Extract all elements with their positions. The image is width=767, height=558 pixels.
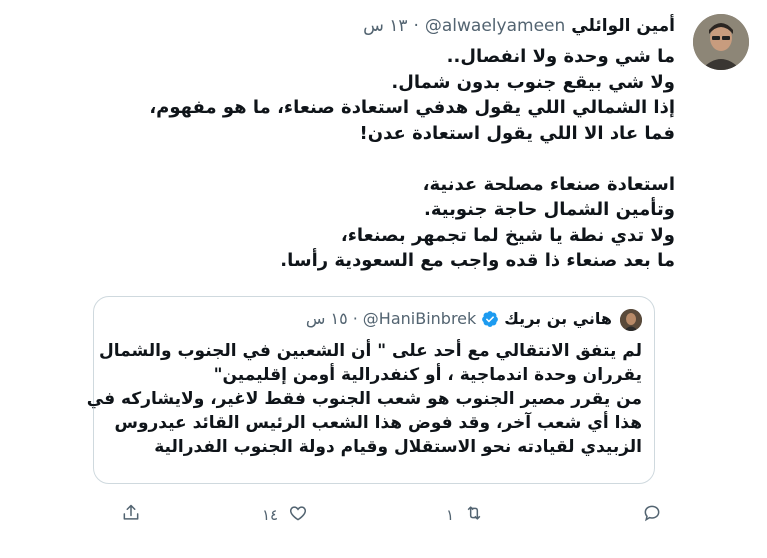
tweet-time[interactable]: ١٣ س	[363, 16, 407, 36]
tweet-line: إذا الشمالي اللي يقول هدفي استعادة صنعاء…	[149, 97, 675, 118]
separator-dot: ·	[352, 309, 358, 328]
reply-icon	[642, 503, 662, 527]
tweet[interactable]: أمين الوائلي @alwaelyameen · ١٣ س ما شي …	[0, 0, 767, 558]
action-bar: ١ ١٤	[0, 500, 767, 530]
tweet-line: ما شي وحدة ولا انفصال..	[446, 46, 675, 67]
separator-dot: ·	[413, 16, 419, 36]
reply-button[interactable]	[642, 500, 672, 530]
tweet-line: وتأمين الشمال حاجة جنوبية.	[424, 199, 675, 220]
quoted-tweet-line: من يقرر مصير الجنوب هو شعب الجنوب فقط لا…	[86, 389, 642, 409]
heart-icon	[288, 503, 308, 527]
quoted-author-avatar[interactable]	[620, 309, 642, 331]
quoted-author-handle[interactable]: @HaniBinbrek	[363, 309, 476, 328]
quoted-tweet-line: هذا أي شعب آخر، وقد فوض هذا الشعب الرئيس…	[114, 413, 642, 433]
tweet-line: استعادة صنعاء مصلحة عدنية،	[422, 173, 675, 195]
retweet-icon	[464, 503, 484, 527]
like-count: ١٤	[262, 506, 279, 524]
quoted-tweet-text: لم يتفق الانتقالي مع أحد على " أن الشعبي…	[86, 339, 642, 459]
quoted-tweet-header: هاني بن بريك @HaniBinbrek · ١٥ س	[306, 309, 612, 328]
share-icon	[121, 503, 141, 527]
retweet-button[interactable]: ١	[446, 500, 484, 530]
quoted-tweet-line: الزبيدي لقيادته نحو الاستقلال وقيام دولة…	[154, 437, 642, 457]
quoted-tweet-time[interactable]: ١٥ س	[306, 309, 348, 328]
share-button[interactable]	[121, 500, 141, 530]
tweet-text: ما شي وحدة ولا انفصال.. ولا شي بيقع جنوب…	[115, 44, 675, 274]
quoted-author-name[interactable]: هاني بن بريك	[504, 309, 612, 328]
verified-badge-icon	[481, 310, 499, 328]
tweet-line	[115, 146, 675, 172]
retweet-count: ١	[446, 506, 455, 524]
tweet-line: ما بعد صنعاء ذا قده واجب مع السعودية رأس…	[280, 250, 675, 271]
quoted-tweet-line: لم يتفق الانتقالي مع أحد على " أن الشعبي…	[98, 341, 642, 361]
tweet-line: ولا تدي نطة يا شيخ لما تجمهر بصنعاء،	[340, 224, 675, 246]
author-name[interactable]: أمين الوائلي	[571, 16, 675, 36]
tweet-line: ولا شي بيقع جنوب بدون شمال.	[391, 71, 675, 93]
tweet-line: فما عاد الا اللي يقول استعادة عدن!	[359, 122, 675, 144]
quoted-tweet-line: يقرران وحدة اندماجية ، أو كنفدرالية أومن…	[213, 365, 642, 385]
author-handle[interactable]: @alwaelyameen	[425, 16, 565, 36]
author-avatar[interactable]	[693, 14, 749, 70]
quoted-tweet[interactable]: هاني بن بريك @HaniBinbrek · ١٥ س لم يتفق…	[86, 296, 655, 484]
like-button[interactable]: ١٤	[262, 500, 308, 530]
tweet-header: أمين الوائلي @alwaelyameen · ١٣ س	[363, 16, 675, 36]
